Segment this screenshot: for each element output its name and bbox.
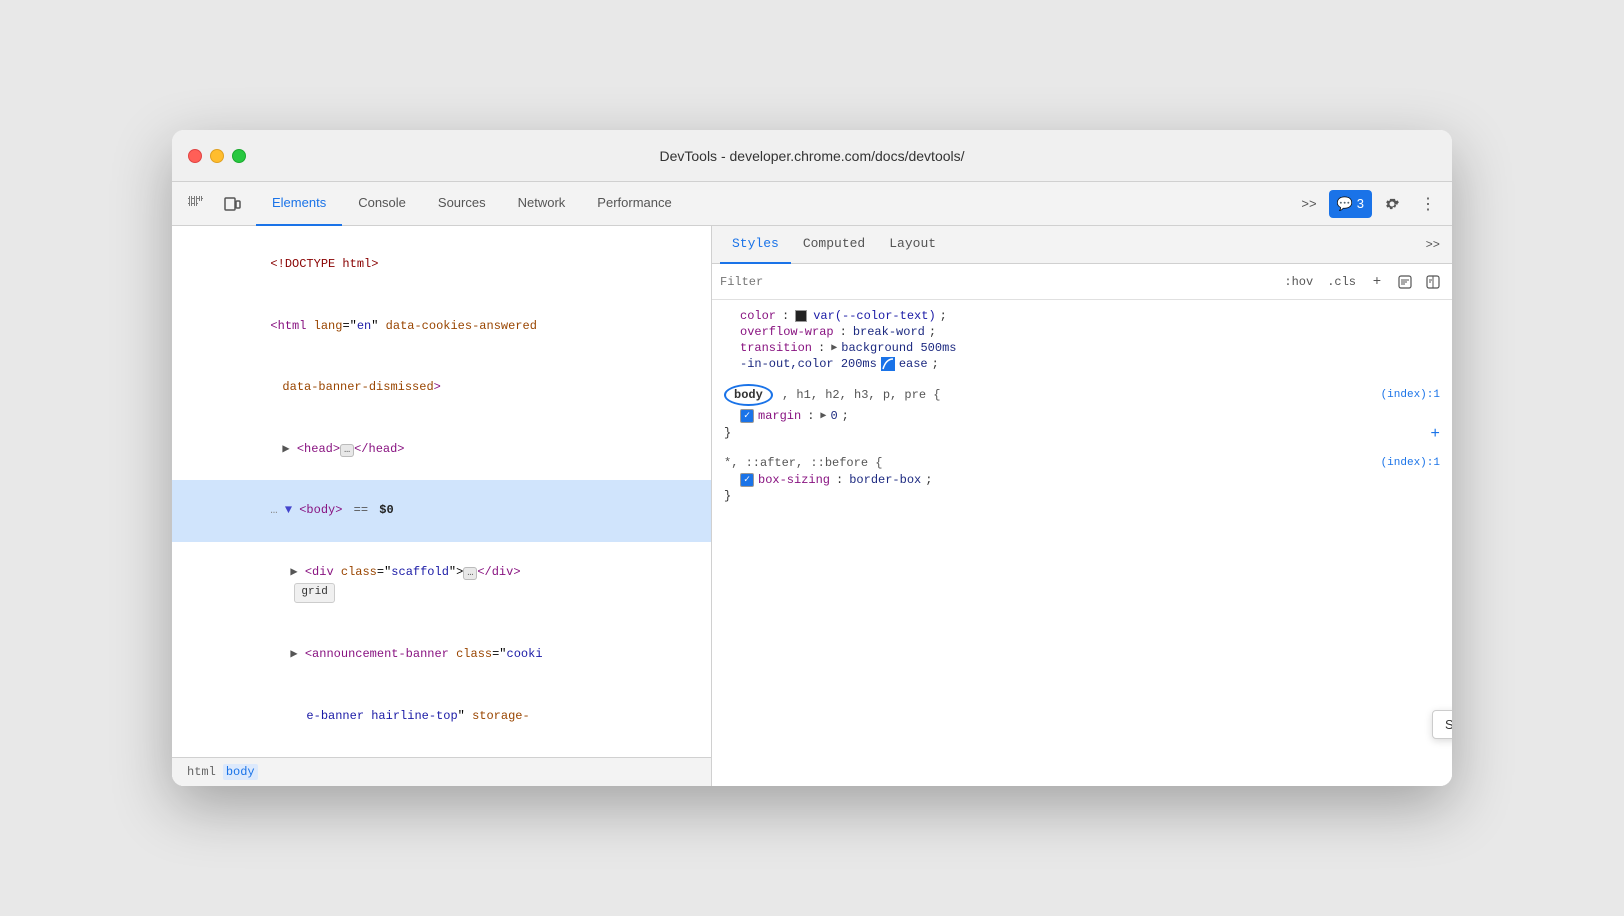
rule-source-universal[interactable]: (index):1 — [1381, 457, 1440, 469]
filter-hov-button[interactable]: :hov — [1280, 273, 1317, 291]
filter-buttons-group: :hov .cls + — [1280, 271, 1444, 293]
dom-line-head[interactable]: ▶ <head>…</head> — [172, 419, 711, 481]
dom-panel: <!DOCTYPE html> <html lang="en" data-coo… — [172, 226, 712, 786]
add-property-body-button[interactable]: + — [1430, 425, 1440, 443]
main-tabs: Elements Console Sources Network Perform… — [256, 182, 1293, 226]
dom-line-html[interactable]: <html lang="en" data-cookies-answered — [172, 296, 711, 358]
tab-performance[interactable]: Performance — [581, 182, 687, 226]
notification-count: 3 — [1357, 196, 1364, 211]
minimize-button[interactable] — [210, 149, 224, 163]
dom-line-html-cont[interactable]: data-banner-dismissed> — [172, 357, 711, 419]
more-options-button[interactable]: ⋮ — [1412, 188, 1444, 220]
breadcrumb-html[interactable]: html — [184, 764, 219, 780]
margin-checkbox[interactable] — [740, 409, 754, 423]
computed-sidebar-button[interactable] — [1422, 271, 1444, 293]
dom-line-announcement2[interactable]: e-banner hairline-top" storage- — [172, 686, 711, 748]
add-style-rule-button[interactable]: + — [1366, 271, 1388, 293]
tab-sources[interactable]: Sources — [422, 182, 502, 226]
styles-tabs-bar: Styles Computed Layout >> — [712, 226, 1452, 264]
inspect-element-button[interactable] — [180, 188, 212, 220]
prop-box-sizing: box-sizing: border-box; — [724, 472, 1440, 488]
breadcrumb-body[interactable]: body — [223, 764, 258, 780]
tab-network[interactable]: Network — [502, 182, 582, 226]
tab-elements[interactable]: Elements — [256, 182, 342, 226]
traffic-lights — [188, 149, 246, 163]
rule-selector-line-body: body , h1, h2, h3, p, pre { (index):1 — [724, 384, 1440, 406]
expand-transition-button[interactable]: ▶ — [831, 342, 837, 354]
styles-filter-bar: :hov .cls + — [712, 264, 1452, 300]
more-tabs-button[interactable]: >> — [1293, 188, 1324, 220]
prop-transition-cont: -in-out,color 200ms ease; — [724, 356, 1440, 372]
window-title: DevTools - developer.chrome.com/docs/dev… — [659, 148, 964, 164]
prop-color: color: var(--color-text); — [724, 308, 1440, 324]
device-toggle-button[interactable] — [216, 188, 248, 220]
maximize-button[interactable] — [232, 149, 246, 163]
tab-styles[interactable]: Styles — [720, 226, 791, 264]
titlebar: DevTools - developer.chrome.com/docs/dev… — [172, 130, 1452, 182]
tab-console[interactable]: Console — [342, 182, 422, 226]
rule-body-close: } + — [724, 424, 1440, 444]
body-selector-badge[interactable]: body — [724, 384, 773, 406]
toolbar-icon-group — [180, 188, 248, 220]
box-sizing-checkbox[interactable] — [740, 473, 754, 487]
toolbar-right-actions: >> 💬 3 ⋮ — [1293, 188, 1444, 220]
dom-line-body[interactable]: … ▼ <body> == $0 — [172, 480, 711, 542]
dom-line-doctype: <!DOCTYPE html> — [172, 234, 711, 296]
styles-content: color: var(--color-text); overflow-wrap:… — [712, 300, 1452, 786]
expand-margin-button[interactable]: ▶ — [820, 410, 826, 422]
tab-layout[interactable]: Layout — [877, 226, 948, 264]
close-button[interactable] — [188, 149, 202, 163]
specificity-tooltip: Specificity: (0,0,1) — [1432, 710, 1452, 739]
devtools-body: Elements Console Sources Network Perform… — [172, 182, 1452, 786]
styles-filter-input[interactable] — [720, 275, 1272, 289]
style-rule-color-block: color: var(--color-text); overflow-wrap:… — [724, 308, 1440, 372]
prop-overflow-wrap: overflow-wrap: break-word; — [724, 324, 1440, 340]
prop-transition: transition: ▶ background 500ms — [724, 340, 1440, 356]
bezier-curve-icon[interactable] — [881, 357, 895, 371]
styles-more-tabs-button[interactable]: >> — [1422, 238, 1444, 252]
rule-source-body[interactable]: (index):1 — [1381, 389, 1440, 401]
dom-tree[interactable]: <!DOCTYPE html> <html lang="en" data-coo… — [172, 226, 711, 757]
prop-margin: margin: ▶ 0; — [724, 408, 1440, 424]
main-toolbar: Elements Console Sources Network Perform… — [172, 182, 1452, 226]
dom-breadcrumb: html body — [172, 757, 711, 786]
rule-selector-line-universal: *, ::after, ::before { (index):1 — [724, 456, 1440, 470]
style-rule-universal: *, ::after, ::before { (index):1 box-siz… — [724, 456, 1440, 504]
style-rule-body: body , h1, h2, h3, p, pre { (index):1 ma… — [724, 384, 1440, 444]
devtools-window: DevTools - developer.chrome.com/docs/dev… — [172, 130, 1452, 786]
grid-badge[interactable]: grid — [294, 583, 334, 603]
toggle-element-state-button[interactable] — [1394, 271, 1416, 293]
color-swatch-black[interactable] — [795, 310, 807, 322]
settings-button[interactable] — [1376, 188, 1408, 220]
filter-cls-button[interactable]: .cls — [1323, 273, 1360, 291]
notification-badge[interactable]: 💬 3 — [1329, 190, 1372, 218]
dom-line-announcement[interactable]: ▶ <announcement-banner class="cooki — [172, 624, 711, 686]
tab-computed[interactable]: Computed — [791, 226, 877, 264]
dom-line-div-scaffold[interactable]: ▶ <div class="scaffold">…</div> grid — [172, 542, 711, 624]
rule-universal-close: } — [724, 488, 1440, 504]
styles-panel: Styles Computed Layout >> :hov .cls — [712, 226, 1452, 786]
notification-icon: 💬 — [1337, 196, 1353, 212]
main-content-area: <!DOCTYPE html> <html lang="en" data-coo… — [172, 226, 1452, 786]
dom-line-announcement3[interactable]: key="user-cookies" active>… — [172, 747, 711, 757]
